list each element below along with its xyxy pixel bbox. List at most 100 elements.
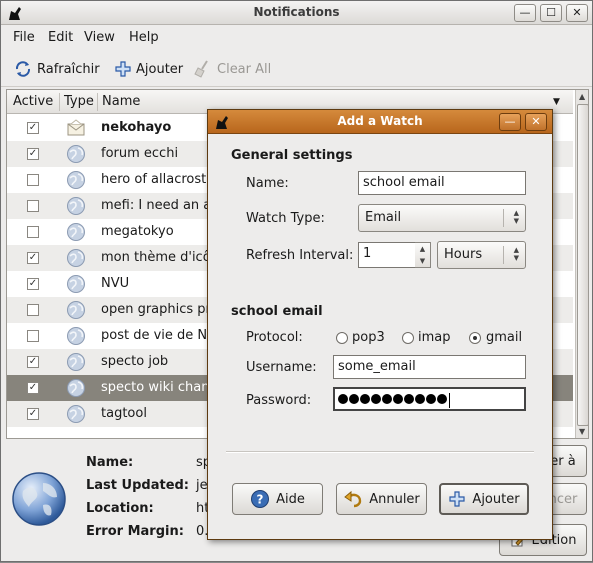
active-checkbox[interactable]: ✓ bbox=[27, 356, 39, 368]
plus-icon bbox=[115, 61, 131, 77]
row-name: nekohayo bbox=[101, 120, 172, 135]
active-checkbox[interactable]: ✓ bbox=[27, 382, 39, 394]
refresh-interval-input[interactable]: 1 bbox=[358, 242, 416, 268]
list-scrollbar[interactable]: ▲ ▼ bbox=[575, 90, 588, 438]
web-icon bbox=[67, 249, 85, 267]
menu-view[interactable]: View bbox=[84, 30, 115, 45]
email-section-heading: school email bbox=[231, 304, 323, 319]
refresh-interval-label: Refresh Interval: bbox=[246, 248, 354, 263]
row-name: open graphics pr bbox=[101, 302, 211, 317]
row-name: hero of allacrost bbox=[101, 172, 207, 187]
radio-imap-label[interactable]: imap bbox=[418, 330, 451, 345]
watch-name-label: Name: bbox=[246, 176, 289, 191]
password-mask bbox=[338, 391, 447, 407]
web-icon bbox=[67, 327, 85, 345]
username-input[interactable]: some_email bbox=[333, 355, 526, 379]
web-icon bbox=[67, 275, 85, 293]
scroll-down-icon[interactable]: ▼ bbox=[579, 427, 585, 436]
password-input[interactable] bbox=[333, 387, 526, 411]
active-checkbox[interactable] bbox=[27, 226, 39, 238]
maximize-button[interactable]: ☐ bbox=[540, 4, 562, 22]
minimize-button[interactable]: — bbox=[514, 4, 536, 22]
active-checkbox[interactable] bbox=[27, 330, 39, 342]
refresh-button[interactable]: Rafraîchir bbox=[13, 57, 100, 81]
clear-all-button[interactable]: Clear All bbox=[193, 57, 271, 81]
active-checkbox[interactable]: ✓ bbox=[27, 278, 39, 290]
active-checkbox[interactable]: ✓ bbox=[27, 408, 39, 420]
sort-arrow-icon: ▼ bbox=[553, 97, 560, 107]
radio-gmail[interactable] bbox=[469, 332, 481, 344]
web-icon bbox=[67, 145, 85, 163]
column-name[interactable]: Name bbox=[102, 94, 140, 109]
row-name: mefi: I need an a bbox=[101, 198, 212, 213]
menu-edit[interactable]: Edit bbox=[48, 30, 73, 45]
active-checkbox[interactable] bbox=[27, 200, 39, 212]
row-name: specto wiki chan bbox=[101, 380, 210, 395]
dialog-close-button[interactable]: ✕ bbox=[525, 113, 547, 131]
spin-down-icon[interactable]: ▼ bbox=[415, 255, 430, 267]
help-icon: ? bbox=[251, 490, 270, 508]
watch-type-label: Watch Type: bbox=[246, 211, 325, 226]
error-margin-label: Error Margin: bbox=[86, 524, 184, 539]
refresh-interval-spinner[interactable]: ▲ ▼ bbox=[415, 242, 431, 268]
maximize-icon: ☐ bbox=[546, 6, 556, 19]
location-label: Location: bbox=[86, 501, 154, 516]
menu-help[interactable]: Help bbox=[129, 30, 159, 45]
column-active[interactable]: Active bbox=[13, 94, 53, 109]
menu-file[interactable]: File bbox=[13, 30, 35, 45]
dialog-minimize-button[interactable]: — bbox=[499, 113, 521, 131]
active-checkbox[interactable] bbox=[27, 304, 39, 316]
row-name: mon thème d'icô bbox=[101, 250, 211, 265]
protocol-label: Protocol: bbox=[246, 330, 303, 345]
last-updated-value: je bbox=[196, 478, 208, 493]
help-label: Aide bbox=[276, 491, 305, 507]
radio-pop3-label[interactable]: pop3 bbox=[352, 330, 385, 345]
radio-pop3[interactable] bbox=[336, 332, 348, 344]
scroll-up-icon[interactable]: ▲ bbox=[579, 92, 585, 101]
svg-text:?: ? bbox=[257, 493, 264, 507]
scrollbar-thumb[interactable] bbox=[577, 104, 588, 426]
close-button[interactable]: ✕ bbox=[566, 4, 588, 22]
add-watch-button[interactable]: Ajouter bbox=[439, 483, 529, 515]
watch-type-select[interactable]: Email ▲ ▼ bbox=[358, 204, 526, 232]
active-checkbox[interactable]: ✓ bbox=[27, 122, 39, 134]
password-label: Password: bbox=[246, 393, 312, 408]
add-watch-label: Ajouter bbox=[472, 491, 520, 507]
window-titlebar[interactable]: Notifications — ☐ ✕ bbox=[1, 1, 592, 25]
row-name: tagtool bbox=[101, 406, 147, 421]
spin-up-icon[interactable]: ▲ bbox=[415, 243, 430, 255]
active-checkbox[interactable] bbox=[27, 174, 39, 186]
mail-icon bbox=[67, 119, 85, 136]
web-icon bbox=[67, 405, 85, 423]
last-updated-label: Last Updated: bbox=[86, 478, 190, 493]
row-name: megatokyo bbox=[101, 224, 174, 239]
active-checkbox[interactable]: ✓ bbox=[27, 148, 39, 160]
column-type[interactable]: Type bbox=[64, 94, 94, 109]
active-checkbox[interactable]: ✓ bbox=[27, 252, 39, 264]
general-settings-heading: General settings bbox=[231, 148, 353, 163]
refresh-unit-value: Hours bbox=[444, 247, 483, 262]
row-name: post de vie de NV bbox=[101, 328, 217, 343]
add-button[interactable]: Ajouter bbox=[114, 57, 183, 81]
help-button[interactable]: ? Aide bbox=[232, 483, 323, 515]
web-icon bbox=[67, 171, 85, 189]
dialog-titlebar[interactable]: Add a Watch — ✕ bbox=[208, 110, 552, 134]
username-label: Username: bbox=[246, 360, 317, 375]
row-name: NVU bbox=[101, 276, 130, 291]
globe-icon bbox=[12, 472, 66, 526]
radio-gmail-label[interactable]: gmail bbox=[486, 330, 522, 345]
watch-name-input[interactable]: school email bbox=[358, 171, 526, 195]
refresh-unit-select[interactable]: Hours ▲ ▼ bbox=[437, 241, 526, 269]
cancel-button[interactable]: Annuler bbox=[336, 483, 427, 515]
row-name: forum ecchi bbox=[101, 146, 179, 161]
cancel-label: Annuler bbox=[369, 491, 420, 507]
web-icon bbox=[67, 379, 85, 397]
add-watch-dialog: Add a Watch — ✕ General settings Name: s… bbox=[207, 109, 553, 540]
row-name: specto job bbox=[101, 354, 169, 369]
close-icon: ✕ bbox=[531, 115, 541, 128]
web-icon bbox=[67, 353, 85, 371]
add-label: Ajouter bbox=[136, 61, 184, 77]
radio-imap[interactable] bbox=[402, 332, 414, 344]
web-icon bbox=[67, 223, 85, 241]
web-icon bbox=[67, 301, 85, 319]
